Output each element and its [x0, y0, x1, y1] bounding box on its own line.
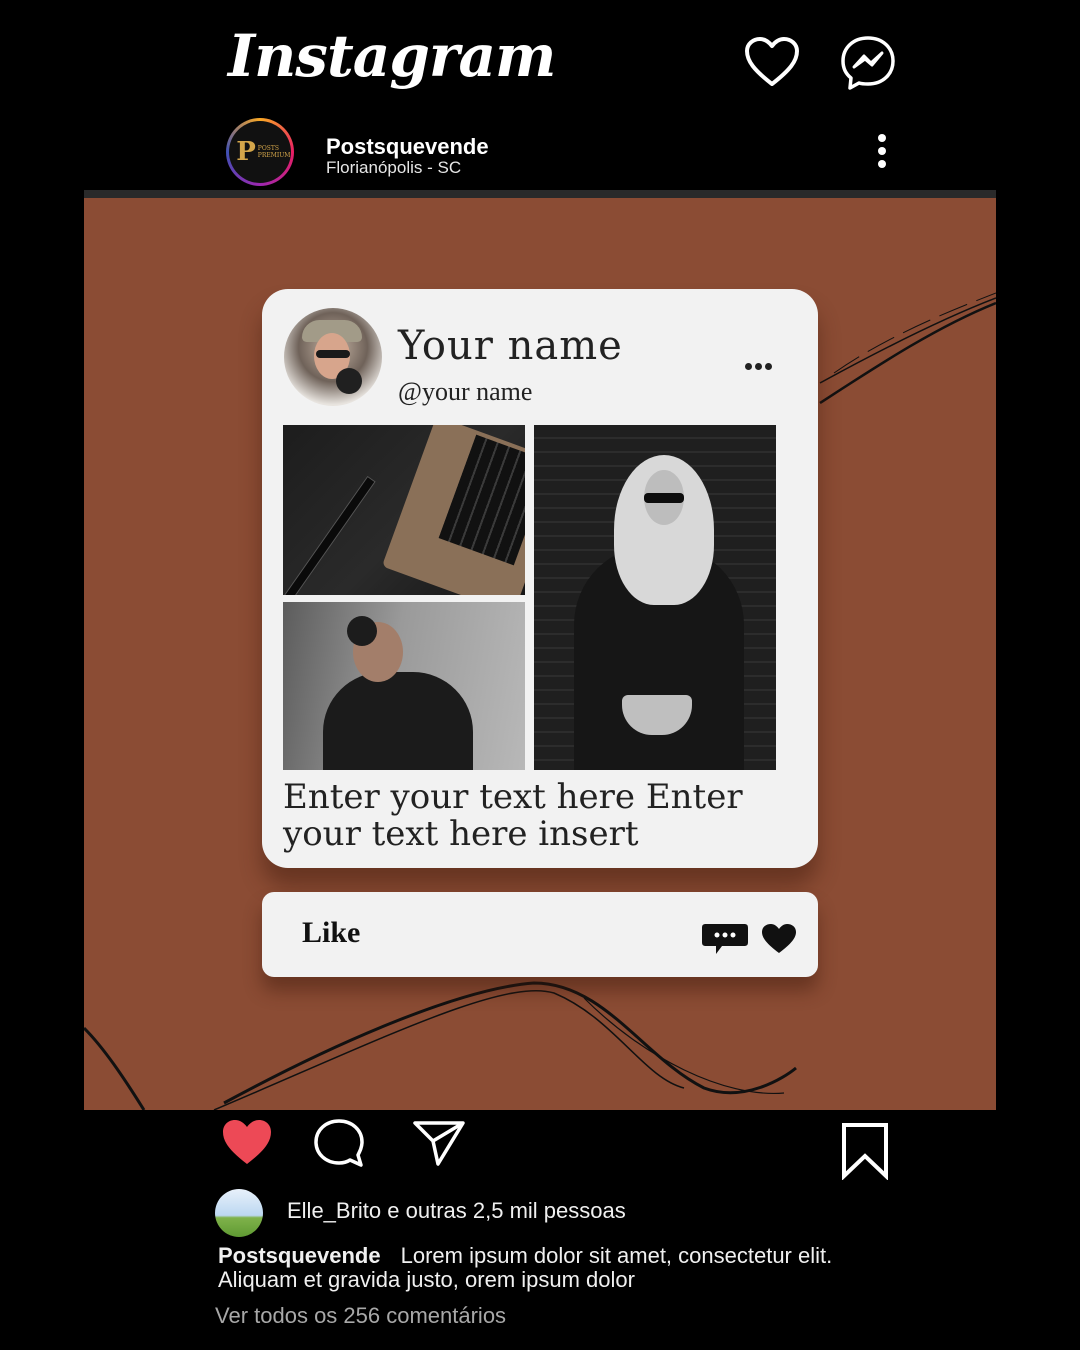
photo-laptop-pen: [283, 425, 525, 595]
heart-outline-icon[interactable]: [744, 36, 800, 88]
card-handle: @your name: [398, 377, 533, 406]
liked-by-text[interactable]: Elle_Brito e outras 2,5 mil pessoas: [287, 1198, 626, 1224]
photo-woman-perfume: [283, 602, 525, 770]
more-options-icon[interactable]: [872, 134, 892, 174]
instagram-logo: Instagram: [228, 22, 556, 90]
comment-icon[interactable]: [313, 1118, 365, 1170]
card-more-icon: [745, 355, 775, 370]
card-like-label: Like: [302, 916, 361, 949]
card-heart-icon: [762, 924, 797, 953]
profile-username[interactable]: Postsquevende: [326, 134, 489, 160]
card-comment-icon: [702, 924, 748, 954]
photo-woman-leather-coat: [534, 425, 776, 770]
card-name: Your name: [398, 323, 623, 369]
caption-username[interactable]: Postsquevende: [218, 1243, 381, 1268]
messenger-icon[interactable]: [839, 34, 897, 92]
avatar-logo-letter: P: [236, 137, 256, 167]
post-caption: Postsquevende Lorem ipsum dolor sit amet,…: [218, 1244, 878, 1292]
card-avatar: [284, 308, 382, 406]
share-send-icon[interactable]: [412, 1118, 466, 1168]
view-all-comments-link[interactable]: Ver todos os 256 comentários: [215, 1303, 506, 1329]
post-divider: [84, 190, 996, 198]
card-body-text: Enter your text here Enter your text her…: [283, 777, 743, 854]
profile-location[interactable]: Florianópolis - SC: [326, 158, 461, 178]
avatar-logo-caption: POSTS PREMIUM: [257, 145, 291, 159]
profile-avatar[interactable]: P POSTS PREMIUM: [226, 118, 294, 186]
post-card: Your name @your name Enter your text her…: [262, 289, 818, 868]
save-bookmark-icon[interactable]: [840, 1122, 890, 1180]
post-image[interactable]: Your name @your name Enter your text her…: [84, 198, 996, 1110]
card-like-bar: Like: [262, 892, 818, 977]
liker-avatar[interactable]: [215, 1189, 263, 1237]
like-heart-filled-icon[interactable]: [221, 1118, 273, 1168]
